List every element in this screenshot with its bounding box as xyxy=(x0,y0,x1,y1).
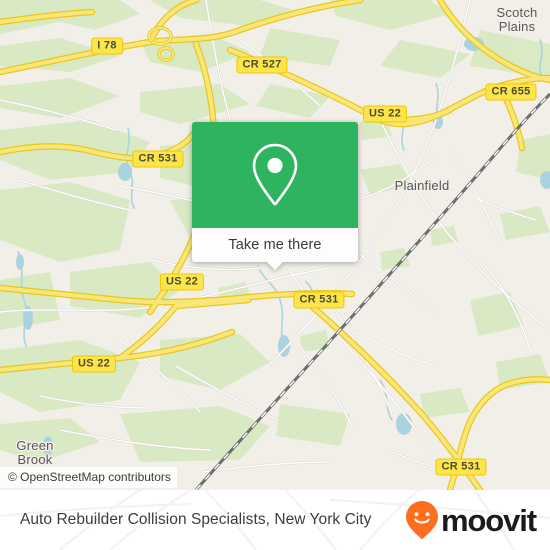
road-shield-us-22-south: US 22 xyxy=(71,355,117,373)
popup-action-bar[interactable]: Take me there xyxy=(192,228,358,270)
road-shield-us-22-center: US 22 xyxy=(159,273,205,291)
map-screenshot: Scotch Plains Plainfield Green Brook I 7… xyxy=(0,0,550,550)
road-shield-i-78: I 78 xyxy=(91,37,123,55)
footer-bar: Auto Rebuilder Collision Specialists, Ne… xyxy=(0,490,550,550)
road-shield-cr-527: CR 527 xyxy=(236,56,288,74)
popup-tail-pointer xyxy=(266,261,284,270)
road-shield-cr-531-southeast: CR 531 xyxy=(435,458,487,476)
road-shield-cr-655: CR 655 xyxy=(485,83,537,101)
road-shield-us-22-north: US 22 xyxy=(362,105,408,123)
map-pin-icon xyxy=(252,143,298,206)
take-me-there-label: Take me there xyxy=(228,237,322,253)
moovit-wordmark: moovit xyxy=(440,502,537,538)
map-canvas[interactable]: Scotch Plains Plainfield Green Brook I 7… xyxy=(0,0,550,490)
osm-attribution[interactable]: © OpenStreetMap contributors xyxy=(0,467,177,488)
popup-image-panel xyxy=(192,122,358,228)
road-shield-cr-531-center: CR 531 xyxy=(293,291,345,309)
road-shield-cr-531-west: CR 531 xyxy=(132,150,184,168)
moovit-smiling-pin-icon xyxy=(405,501,438,539)
location-popup-card[interactable]: Take me there xyxy=(192,122,358,270)
location-caption: Auto Rebuilder Collision Specialists, Ne… xyxy=(20,511,372,528)
moovit-brand[interactable]: moovit xyxy=(405,500,537,540)
